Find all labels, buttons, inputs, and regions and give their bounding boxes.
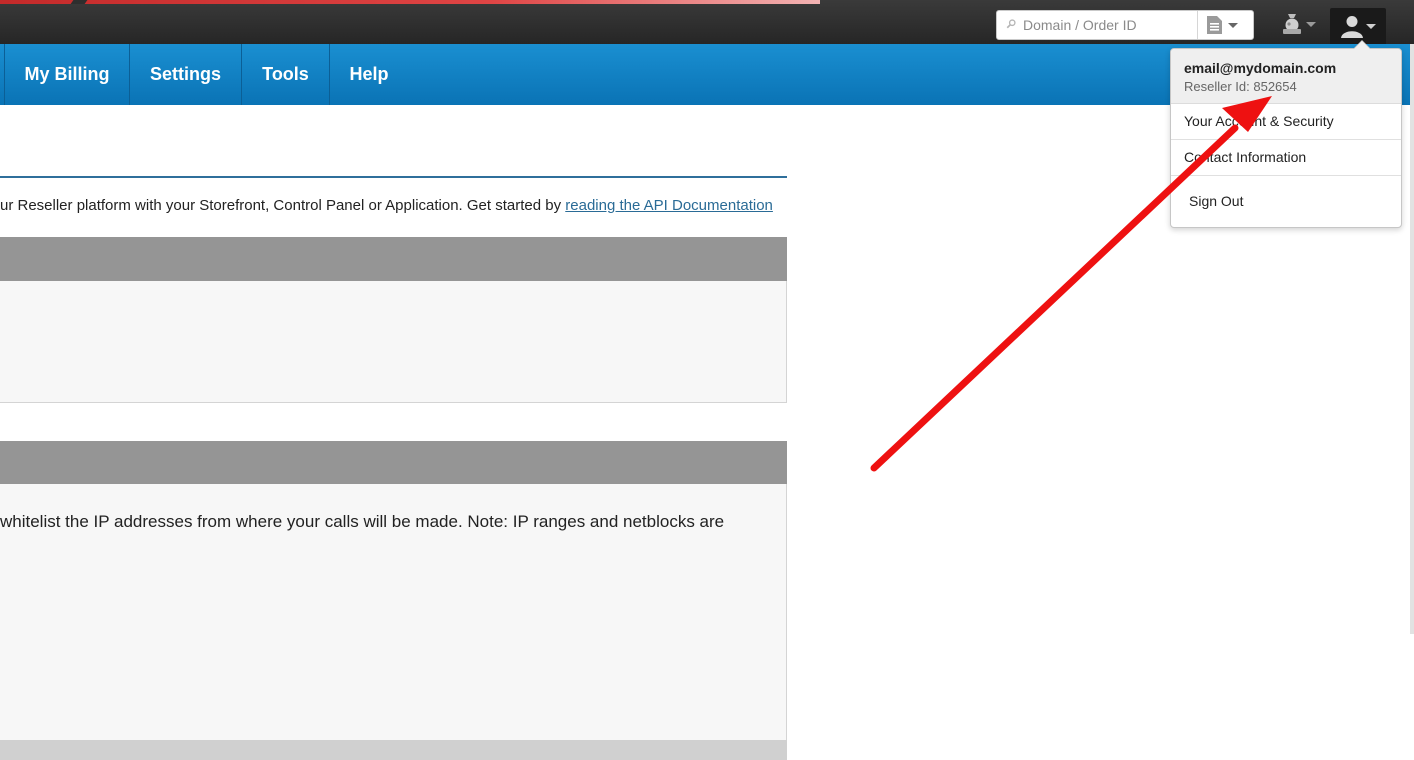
nav-item-tools[interactable]: Tools — [242, 44, 330, 105]
user-menu-button[interactable] — [1330, 8, 1386, 44]
user-email: email@mydomain.com — [1184, 60, 1337, 76]
menu-item-contact-information[interactable]: Contact Information — [1171, 140, 1401, 175]
document-icon — [1207, 16, 1222, 34]
page-edge — [1410, 44, 1414, 634]
nav-item-help[interactable]: Help — [330, 44, 408, 105]
nav-item-my-billing[interactable]: My Billing — [5, 44, 130, 105]
dropdown-notch-fill — [1354, 41, 1370, 49]
search-type-dropdown[interactable] — [1197, 11, 1253, 39]
panel-footer — [0, 740, 787, 760]
nav-item-settings[interactable]: Settings — [130, 44, 242, 105]
top-bar — [0, 0, 1414, 44]
user-dropdown-menu: email@mydomain.com Reseller Id: 852654 Y… — [1170, 40, 1402, 228]
menu-item-sign-out[interactable]: Sign Out — [1171, 184, 1401, 219]
menu-divider — [1171, 175, 1401, 176]
chevron-down-icon — [1228, 23, 1238, 28]
section-divider — [0, 176, 787, 178]
brand-stripe — [0, 0, 820, 4]
search-input[interactable] — [1023, 11, 1195, 39]
chevron-down-icon — [1366, 24, 1376, 29]
reseller-id: Reseller Id: 852654 — [1184, 79, 1297, 94]
api-documentation-link[interactable]: reading the API Documentation — [565, 197, 773, 214]
panel-header — [0, 237, 787, 281]
brand-stripe-gap — [70, 0, 88, 4]
panel-body — [0, 281, 787, 403]
user-info: email@mydomain.com Reseller Id: 852654 — [1171, 49, 1401, 104]
chevron-down-icon — [1306, 22, 1316, 27]
api-intro-sentence: ur Reseller platform with your Storefron… — [0, 197, 566, 214]
search-box — [996, 10, 1254, 40]
user-icon — [1341, 16, 1363, 38]
api-intro-text: ur Reseller platform with your Storefron… — [0, 197, 790, 214]
search-icon — [1006, 19, 1016, 29]
tools-dropdown-button[interactable] — [1280, 10, 1322, 40]
whitelist-panel-header — [0, 441, 787, 484]
whitelist-note-text: whitelist the IP addresses from where yo… — [0, 512, 725, 531]
menu-item-account-security[interactable]: Your Account & Security — [1171, 104, 1401, 139]
tools-icon — [1283, 14, 1301, 34]
